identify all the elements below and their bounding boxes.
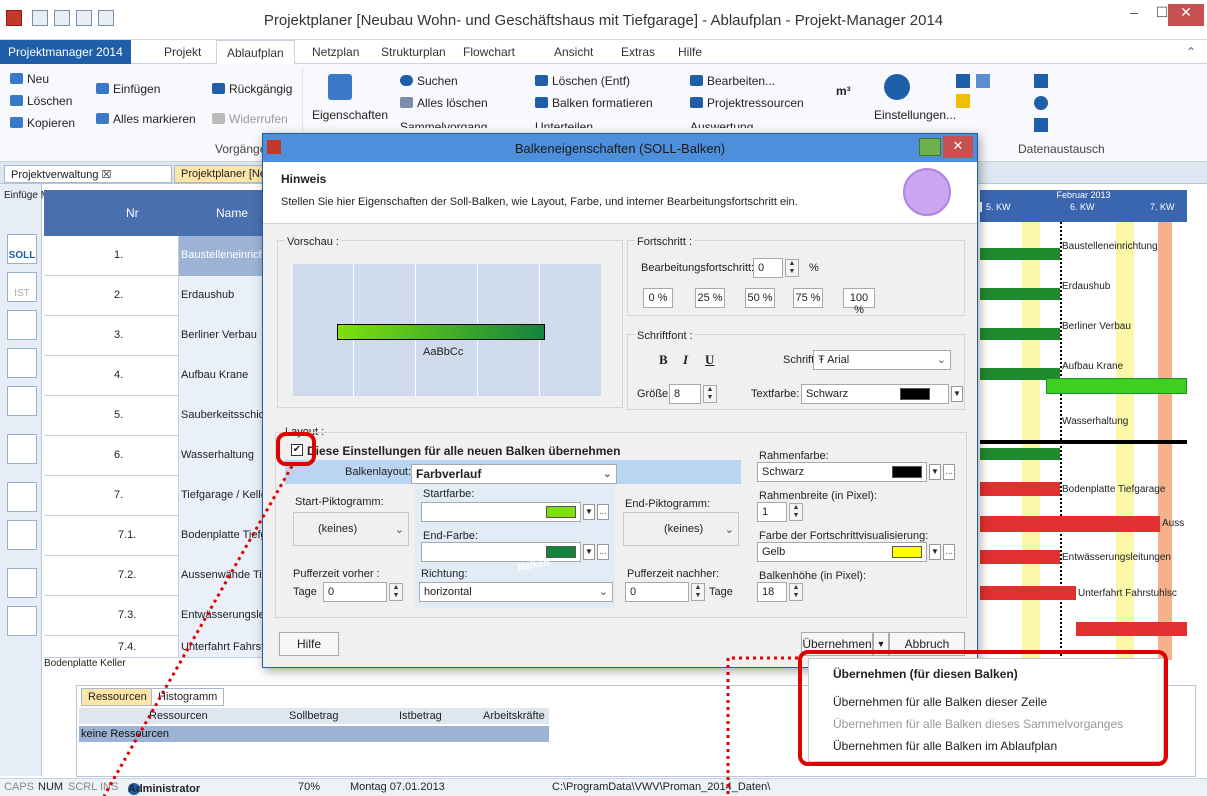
annotation-arrows: [102, 465, 798, 796]
annotation-line: [102, 465, 294, 796]
annotation-line: [726, 656, 798, 796]
